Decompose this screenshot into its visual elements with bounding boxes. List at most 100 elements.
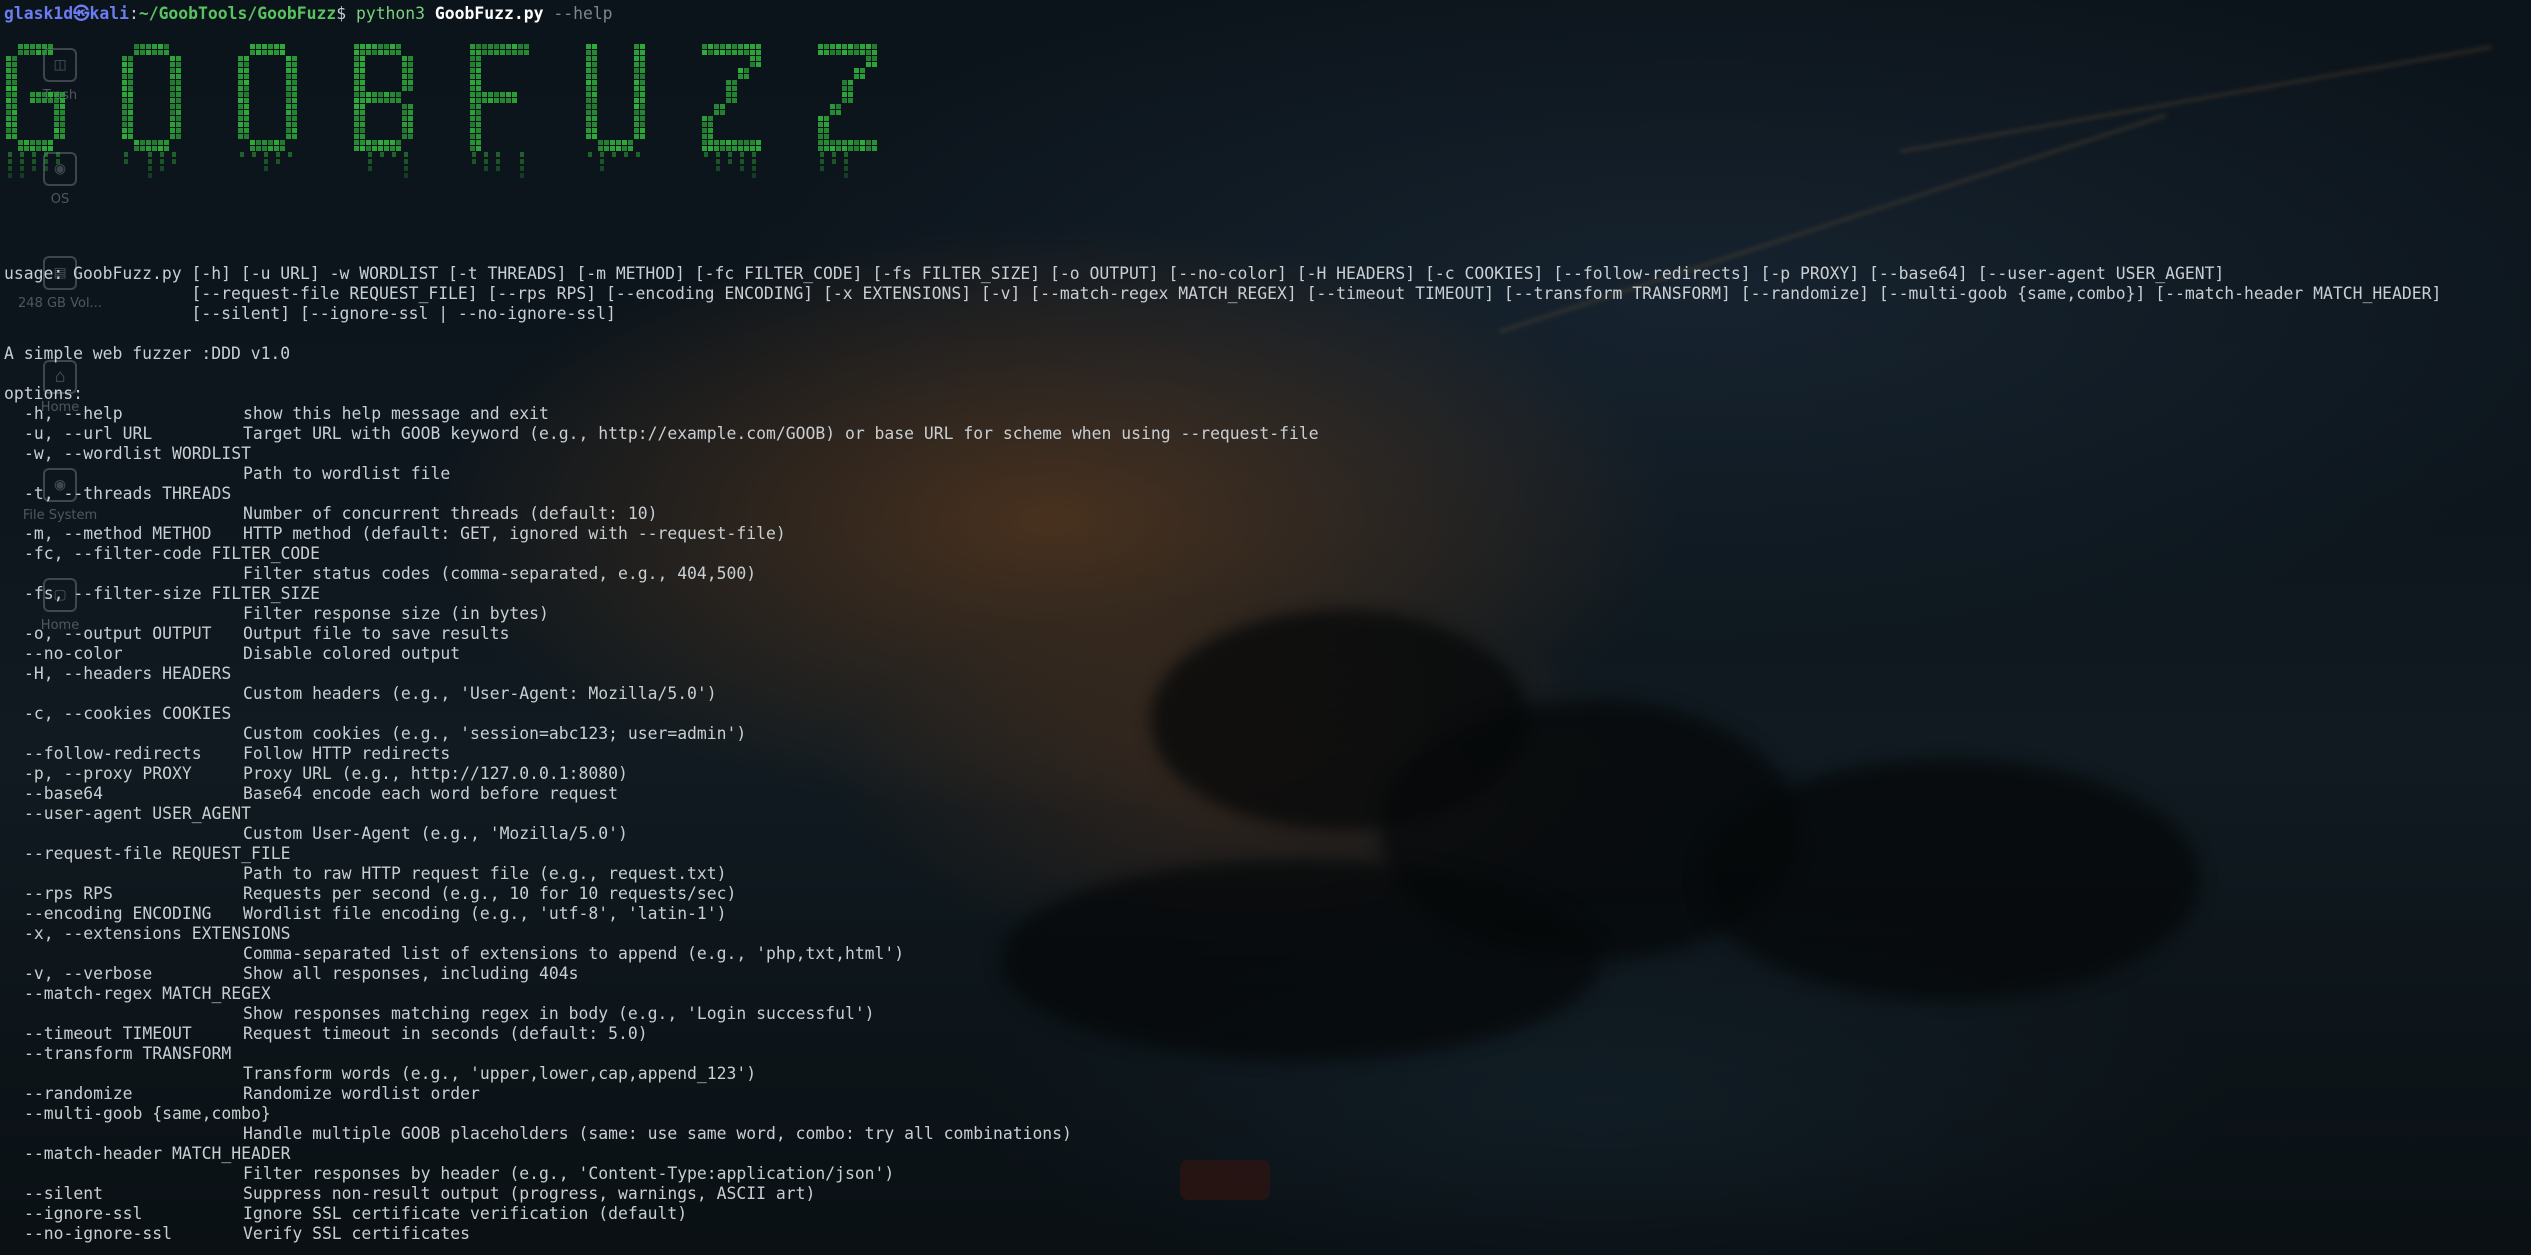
banner-pixel [872, 50, 877, 55]
banner-drip [844, 152, 848, 157]
banner-pixel [738, 50, 743, 55]
banner-pixel [54, 122, 59, 127]
banner-pixel [592, 110, 597, 115]
banner-pixel [360, 140, 365, 145]
banner-pixel [824, 122, 829, 127]
banner-pixel [250, 44, 255, 49]
option-flag: --rps RPS [24, 884, 113, 903]
option-description: Handle multiple GOOB placeholders (same:… [243, 1124, 1072, 1143]
banner-pixel [6, 128, 11, 133]
banner-pixel [842, 50, 847, 55]
banner-pixel [622, 140, 627, 145]
option-description: Filter responses by header (e.g., 'Conte… [243, 1164, 895, 1183]
banner-pixel [726, 44, 731, 49]
banner-pixel [848, 92, 853, 97]
banner-pixel [6, 122, 11, 127]
banner-pixel [378, 98, 383, 103]
banner-pixel [506, 44, 511, 49]
option-flag: --multi-goob {same,combo} [24, 1104, 271, 1123]
option-description: Ignore SSL certificate verification (def… [243, 1204, 688, 1223]
terminal-window[interactable]: glask1d㉿kali:~/GoobTools/GoobFuzz$ pytho… [0, 0, 2531, 1255]
banner-pixel [830, 104, 835, 109]
banner-pixel [280, 50, 285, 55]
banner-pixel [238, 122, 243, 127]
banner-pixel [170, 128, 175, 133]
banner-pixel [12, 98, 17, 103]
banner-pixel [268, 140, 273, 145]
banner-pixel [122, 128, 127, 133]
banner-pixel [54, 116, 59, 121]
banner-pixel [152, 140, 157, 145]
banner-pixel [244, 74, 249, 79]
banner-pixel [48, 140, 53, 145]
banner-pixel [592, 62, 597, 67]
banner-pixel [396, 98, 401, 103]
banner-pixel [176, 98, 181, 103]
banner-pixel [360, 134, 365, 139]
banner-pixel [402, 80, 407, 85]
banner-drip [56, 152, 60, 157]
banner-pixel [128, 116, 133, 121]
banner-pixel [738, 140, 743, 145]
banner-pixel [586, 62, 591, 67]
banner-drip [636, 152, 640, 157]
banner-pixel [512, 50, 517, 55]
banner-pixel [592, 104, 597, 109]
banner-pixel [360, 116, 365, 121]
banner-pixel [592, 128, 597, 133]
banner-pixel [842, 86, 847, 91]
banner-pixel [830, 50, 835, 55]
option-flag: -fc, --filter-code FILTER_CODE [24, 544, 321, 563]
option-flag: -v, --verbose [24, 964, 153, 983]
banner-pixel [122, 62, 127, 67]
banner-pixel [354, 116, 359, 121]
banner-pixel [128, 134, 133, 139]
banner-pixel [402, 56, 407, 61]
banner-pixel [176, 134, 181, 139]
banner-pixel [592, 44, 597, 49]
banner-drip [624, 152, 628, 157]
banner-pixel [708, 50, 713, 55]
banner-pixel [360, 104, 365, 109]
banner-drip [148, 173, 152, 178]
banner-pixel [640, 68, 645, 73]
banner-pixel [244, 128, 249, 133]
banner-pixel [170, 116, 175, 121]
banner-pixel [152, 50, 157, 55]
banner-pixel [402, 122, 407, 127]
banner-letter [354, 44, 413, 178]
ascii-art-banner [2, 38, 908, 228]
banner-pixel [60, 92, 65, 97]
banner-pixel [872, 140, 877, 145]
banner-pixel [24, 44, 29, 49]
banner-pixel [408, 74, 413, 79]
banner-pixel [592, 122, 597, 127]
usage-line: [--silent] [--ignore-ssl | --no-ignore-s… [4, 304, 616, 323]
banner-drip [44, 159, 48, 164]
banner-pixel [396, 140, 401, 145]
banner-letter [586, 44, 645, 171]
banner-pixel [470, 104, 475, 109]
banner-pixel [714, 44, 719, 49]
banner-pixel [128, 86, 133, 91]
banner-drip [520, 173, 524, 178]
banner-pixel [860, 140, 865, 145]
banner-pixel [12, 116, 17, 121]
banner-pixel [360, 44, 365, 49]
banner-pixel [292, 104, 297, 109]
banner-pixel [586, 56, 591, 61]
banner-pixel [286, 56, 291, 61]
banner-pixel [708, 122, 713, 127]
banner-pixel [122, 116, 127, 121]
banner-pixel [354, 98, 359, 103]
option-flag: --match-regex MATCH_REGEX [24, 984, 271, 1003]
option-description: Suppress non-result output (progress, wa… [243, 1184, 816, 1203]
banner-pixel [476, 128, 481, 133]
banner-pixel [842, 140, 847, 145]
banner-pixel [488, 92, 493, 97]
prompt-separator: : [128, 4, 139, 23]
banner-pixel [354, 128, 359, 133]
banner-pixel [524, 44, 529, 49]
banner-pixel [262, 146, 267, 151]
banner-pixel [238, 92, 243, 97]
